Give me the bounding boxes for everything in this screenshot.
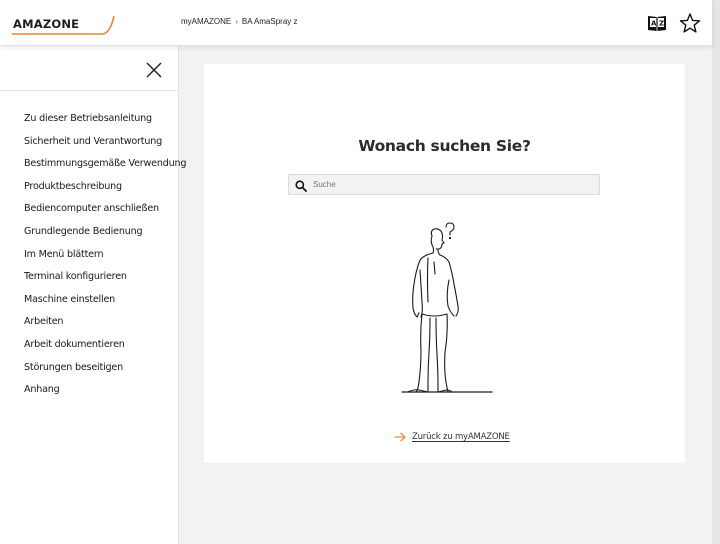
star-icon[interactable]	[679, 12, 701, 34]
toc-item-arbeiten[interactable]: Arbeiten	[24, 315, 186, 338]
toc-item-arbeit-dokumentieren[interactable]: Arbeit dokumentieren	[24, 338, 186, 361]
sidebar-divider	[0, 90, 178, 91]
toc-item-zu-dieser-betriebsanleitung[interactable]: Zu dieser Betriebsanleitung	[24, 112, 186, 135]
toc-item-im-menue-blaettern[interactable]: Im Menü blättern	[24, 248, 186, 271]
toc-item-maschine-einstellen[interactable]: Maschine einstellen	[24, 293, 186, 316]
search-card: Wonach suchen Sie? Suche Zurück zu myAMA…	[204, 64, 685, 463]
dictionary-book-icon[interactable]: A Z	[646, 12, 668, 34]
toc-item-bestimmungsgemaesse-verwendung[interactable]: Bestimmungsgemäße Verwendung	[24, 157, 186, 180]
back-to-myamazone-link[interactable]: Zurück zu myAMAZONE	[394, 432, 510, 442]
breadcrumb-link-myamazone[interactable]: myAMAZONE	[181, 17, 231, 26]
back-link-label: Zurück zu myAMAZONE	[412, 432, 510, 442]
svg-text:A: A	[651, 20, 657, 28]
toc-item-produktbeschreibung[interactable]: Produktbeschreibung	[24, 180, 186, 203]
toc-item-grundlegende-bedienung[interactable]: Grundlegende Bedienung	[24, 225, 186, 248]
breadcrumb-separator: ›	[235, 17, 238, 26]
page-title: Wonach suchen Sie?	[358, 137, 531, 155]
toc-item-stoerungen-beseitigen[interactable]: Störungen beseitigen	[24, 361, 186, 384]
search-input[interactable]	[313, 175, 593, 194]
svg-text:Z: Z	[659, 20, 664, 28]
toc-item-terminal-konfigurieren[interactable]: Terminal konfigurieren	[24, 270, 186, 293]
thinking-person-illustration	[394, 222, 504, 398]
sidebar: Zu dieser Betriebsanleitung Sicherheit u…	[0, 46, 186, 544]
close-icon[interactable]	[144, 60, 164, 80]
toc-item-anhang[interactable]: Anhang	[24, 383, 186, 406]
search-box[interactable]	[288, 174, 600, 195]
search-icon[interactable]	[295, 179, 307, 192]
amazone-logo[interactable]: AMAZONE	[10, 12, 118, 36]
breadcrumb: myAMAZONE › BA AmaSpray z	[181, 17, 298, 26]
table-of-contents: Zu dieser Betriebsanleitung Sicherheit u…	[24, 112, 186, 406]
toc-item-bediencomputer-anschliessen[interactable]: Bediencomputer anschließen	[24, 202, 186, 225]
top-header: AMAZONE myAMAZONE › BA AmaSpray z A Z	[0, 0, 712, 45]
arrow-right-icon	[394, 432, 406, 442]
toc-item-sicherheit-und-verantwortung[interactable]: Sicherheit und Verantwortung	[24, 135, 186, 158]
breadcrumb-current: BA AmaSpray z	[241, 17, 298, 26]
page-scrollbar[interactable]	[712, 0, 720, 544]
